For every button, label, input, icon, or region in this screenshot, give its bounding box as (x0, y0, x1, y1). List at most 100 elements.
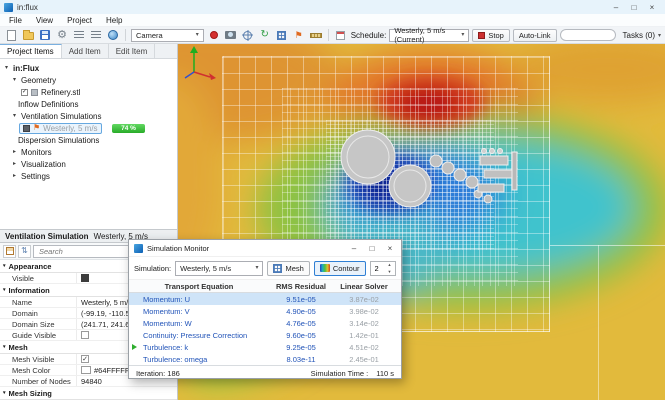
expand-icon[interactable]: ▾ (11, 113, 18, 119)
spin-down-icon[interactable]: ▼ (388, 269, 392, 274)
globe-icon (108, 30, 118, 40)
tree-item-monitors[interactable]: ▸ Monitors (0, 146, 177, 158)
measure-button[interactable] (309, 28, 323, 42)
settings-button[interactable]: ⚙ (55, 28, 69, 42)
tree-item-geometry[interactable]: ▾ Geometry (0, 74, 177, 86)
save-button[interactable] (38, 28, 52, 42)
categorize-button[interactable] (3, 244, 16, 258)
monitor-titlebar[interactable]: Simulation Monitor – □ × (129, 240, 401, 257)
monitor-icon (134, 243, 143, 253)
monitor-title: Simulation Monitor (147, 243, 210, 253)
expand-icon[interactable]: ▾ (11, 77, 18, 83)
record-button[interactable] (207, 28, 221, 42)
tree-item-ventilation-simulations[interactable]: ▾ Ventilation Simulations (0, 110, 177, 122)
category-icon (5, 247, 14, 255)
refinery-checkbox[interactable]: ✓ (21, 88, 28, 96)
flag-button[interactable]: ⚑ (292, 28, 306, 42)
prop-group-label: Mesh Sizing (8, 388, 52, 398)
color-swatch[interactable] (81, 366, 91, 374)
minimize-button[interactable]: – (607, 1, 625, 14)
rms-cell: 4.90e-05 (286, 306, 316, 316)
table-row[interactable]: Continuity: Pressure Correction 9.60e-05… (129, 329, 401, 341)
prop-label: Domain (12, 308, 38, 318)
tree-item-refinery[interactable]: ✓ Refinery.stl (0, 86, 177, 98)
save-icon (40, 30, 50, 40)
table-row[interactable]: Turbulence: omega 8.03e-11 2.45e-01 (129, 353, 401, 365)
linear-cell: 3.87e-02 (349, 294, 379, 304)
expand-icon[interactable]: ▸ (11, 149, 18, 155)
table-row[interactable]: Turbulence: k 9.25e-05 4.51e-02 (129, 341, 401, 353)
prop-label: Number of Nodes (12, 376, 71, 386)
sort-button[interactable]: ⇅ (18, 244, 31, 258)
menu-view[interactable]: View (29, 16, 60, 25)
prop-group-label: Information (8, 285, 50, 295)
simulation-select[interactable]: Westerly, 5 m/s ▾ (175, 260, 264, 276)
tree-item-inflow-definitions[interactable]: Inflow Definitions (0, 98, 177, 110)
toolbar-search-input[interactable] (559, 29, 616, 41)
report-button[interactable] (89, 28, 103, 42)
monitor-minimize-button[interactable]: – (345, 242, 363, 255)
new-project-button[interactable] (4, 28, 18, 42)
monitor-maximize-button[interactable]: □ (363, 242, 381, 255)
chevron-down-icon: ▾ (195, 32, 199, 38)
items-list-button[interactable] (72, 28, 86, 42)
collapse-icon: ▾ (3, 389, 6, 396)
toolbar-separator (125, 29, 126, 41)
tab-add-item[interactable]: Add Item (62, 44, 109, 58)
residual-table-header: Transport Equation RMS Residual Linear S… (129, 280, 401, 293)
rms-cell: 4.76e-05 (286, 318, 316, 328)
column-linear-solver: Linear Solver (340, 281, 388, 291)
tree-item-dispersion-simulations[interactable]: Dispersion Simulations (0, 134, 177, 146)
tree-item-settings[interactable]: ▸ Settings (0, 170, 177, 182)
camera-select[interactable]: Camera ▾ (131, 28, 204, 42)
mesh-visible-checkbox[interactable]: ✓ (81, 355, 89, 363)
guide-visible-checkbox[interactable] (81, 331, 89, 339)
tree-item-visualization[interactable]: ▸ Visualization (0, 158, 177, 170)
visible-checkbox[interactable] (81, 274, 89, 282)
monitor-statusbar: Iteration: 186 Simulation Time : 110 s (129, 365, 401, 380)
snapshot-button[interactable] (224, 28, 238, 42)
maximize-button[interactable]: □ (625, 1, 643, 14)
tree-item-influx[interactable]: ▾ in:Flux (0, 62, 177, 74)
report-icon (91, 31, 101, 39)
contour-icon (319, 264, 330, 272)
prop-group-mesh-sizing[interactable]: ▾ Mesh Sizing (0, 387, 177, 400)
expand-icon[interactable]: ▾ (3, 65, 10, 71)
center-view-button[interactable] (241, 28, 255, 42)
selection-type-label: Ventilation Simulation (5, 231, 89, 241)
table-row[interactable]: Momentum: V 4.90e-05 3.98e-02 (129, 305, 401, 317)
auto-link-button[interactable]: Auto-Link (512, 28, 557, 42)
tasks-menu[interactable]: Tasks (0) ▾ (623, 31, 661, 40)
calendar-icon (336, 30, 346, 40)
contour-level-input[interactable] (370, 262, 386, 274)
schedule-icon-button[interactable] (334, 28, 348, 42)
stop-button[interactable]: Stop (472, 28, 510, 42)
schedule-select[interactable]: Westerly, 5 m/s (Current) ▾ (389, 26, 470, 44)
influx-application-window: in:flux – □ × File View Project Help ⚙ C… (0, 0, 665, 400)
linear-cell: 2.45e-01 (349, 354, 379, 364)
expand-icon[interactable]: ▸ (11, 173, 18, 179)
tab-project-items[interactable]: Project Items (0, 44, 62, 58)
mesh-view-button[interactable] (275, 28, 289, 42)
close-button[interactable]: × (643, 1, 661, 14)
menu-file[interactable]: File (2, 16, 29, 25)
table-row[interactable]: Momentum: U 9.51e-05 3.87e-02 (129, 293, 401, 305)
tab-edit-item[interactable]: Edit Item (109, 44, 156, 58)
expand-icon[interactable]: ▸ (11, 161, 18, 167)
menu-help[interactable]: Help (99, 16, 129, 25)
spin-up-icon[interactable]: ▲ (388, 262, 392, 267)
window-titlebar[interactable]: in:flux – □ × (0, 0, 665, 14)
monitor-close-button[interactable]: × (381, 242, 399, 255)
web-button[interactable] (106, 28, 120, 42)
mesh-button[interactable]: Mesh (267, 260, 310, 276)
equation-cell: Continuity: Pressure Correction (143, 330, 248, 340)
open-project-button[interactable] (21, 28, 35, 42)
menu-project[interactable]: Project (60, 16, 99, 25)
table-row[interactable]: Momentum: W 4.76e-05 3.14e-02 (129, 317, 401, 329)
selected-tree-item[interactable]: ⚑ Westerly, 5 m/s (19, 122, 102, 134)
window-controls: – □ × (607, 1, 661, 14)
camera-select-value: Camera (136, 30, 163, 40)
tree-item-westerly-5ms[interactable]: ⚑ Westerly, 5 m/s 74 % (0, 122, 177, 134)
contour-button[interactable]: Contour (313, 260, 366, 276)
refresh-button[interactable]: ↻ (258, 28, 272, 42)
